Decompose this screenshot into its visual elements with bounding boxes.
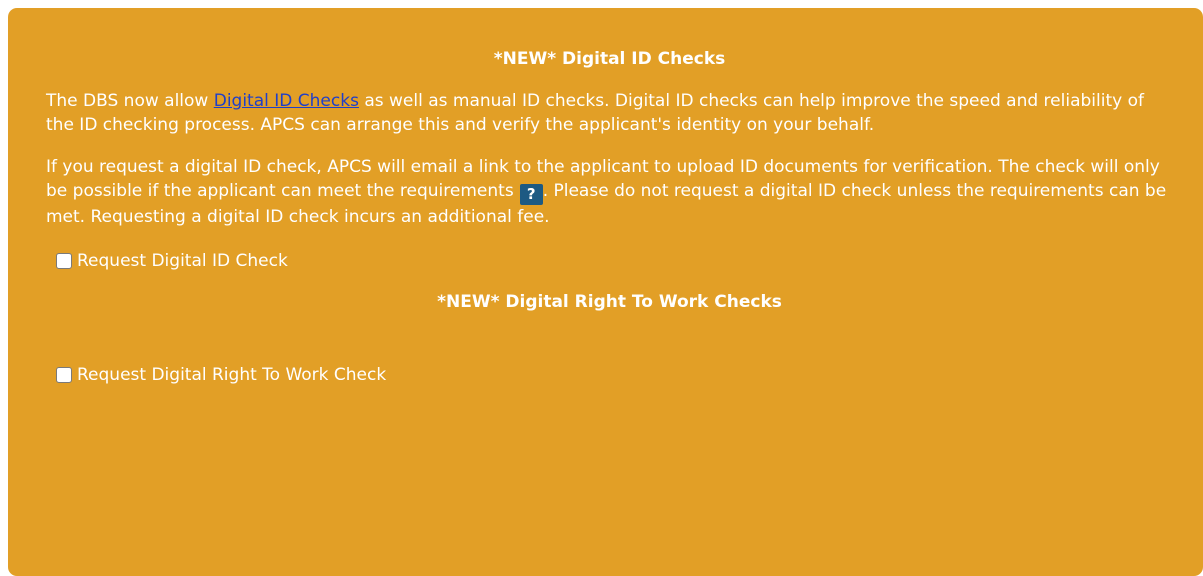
request-digital-id-checkbox[interactable] bbox=[56, 253, 72, 269]
intro-text-start: The DBS now allow bbox=[46, 91, 214, 111]
request-right-to-work-check-option[interactable]: Request Digital Right To Work Check bbox=[56, 363, 1173, 387]
digital-id-request-paragraph: If you request a digital ID check, APCS … bbox=[46, 155, 1173, 229]
request-right-to-work-checkbox[interactable] bbox=[56, 367, 72, 383]
request-digital-id-check-option[interactable]: Request Digital ID Check bbox=[56, 249, 1173, 273]
requirements-help-icon[interactable]: ? bbox=[519, 184, 543, 205]
request-digital-id-label[interactable]: Request Digital ID Check bbox=[77, 249, 288, 273]
digital-id-checks-link[interactable]: Digital ID Checks bbox=[214, 91, 359, 111]
digital-id-intro-paragraph: The DBS now allow Digital ID Checks as w… bbox=[46, 89, 1173, 137]
digital-checks-panel: *NEW* Digital ID Checks The DBS now allo… bbox=[8, 8, 1203, 576]
digital-id-heading: *NEW* Digital ID Checks bbox=[493, 49, 726, 69]
request-right-to-work-label[interactable]: Request Digital Right To Work Check bbox=[77, 363, 386, 387]
right-to-work-heading: *NEW* Digital Right To Work Checks bbox=[437, 292, 782, 312]
